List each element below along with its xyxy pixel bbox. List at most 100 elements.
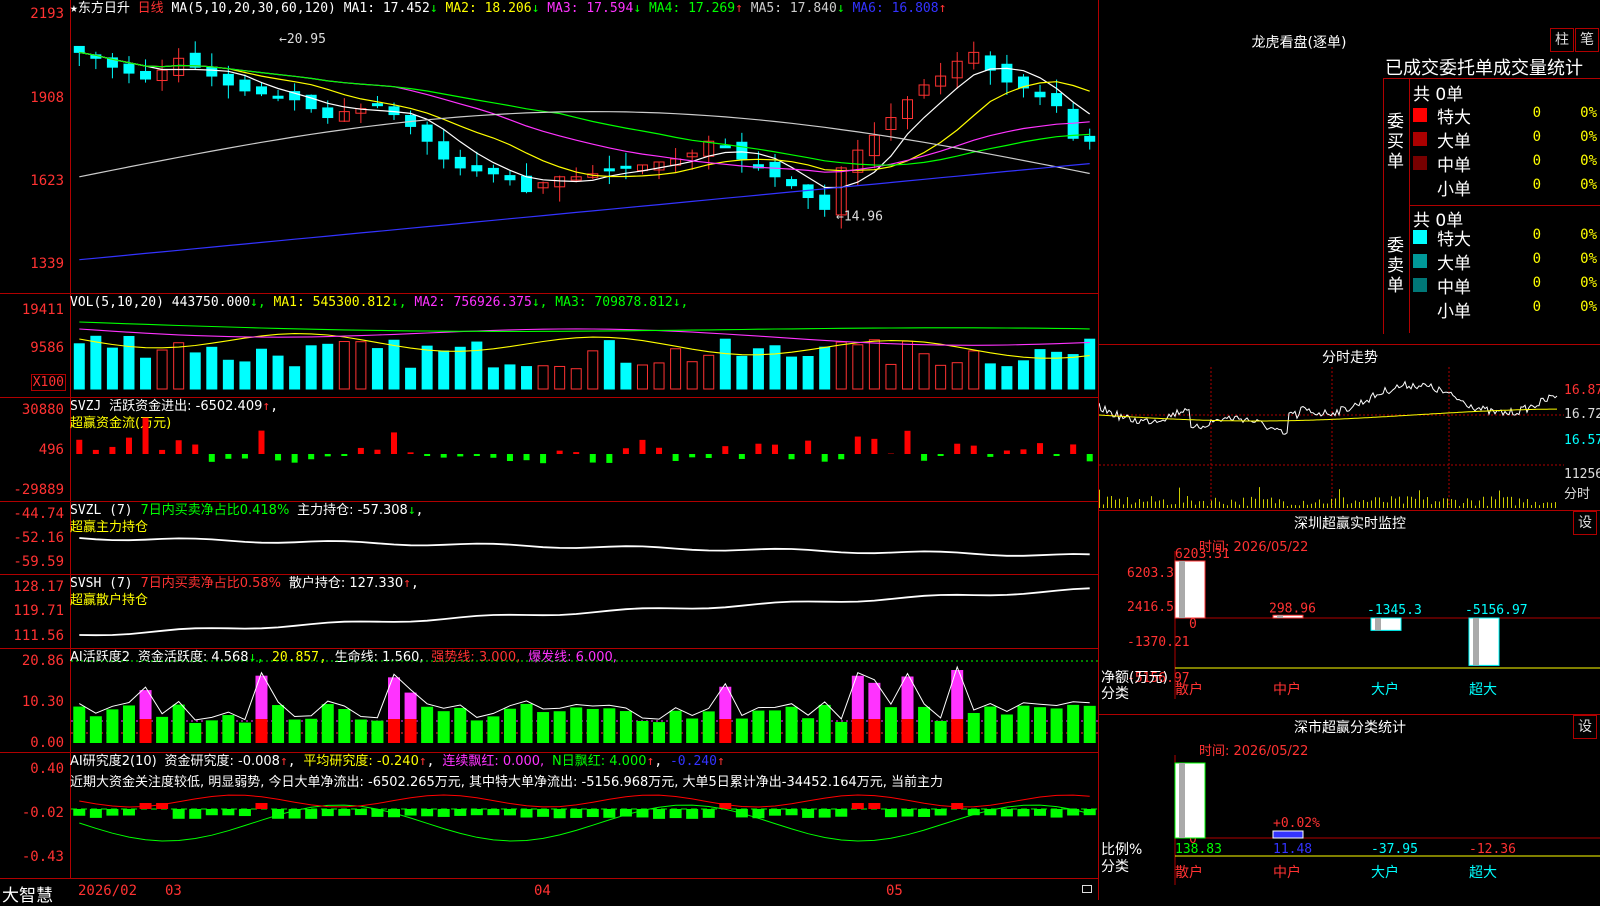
monitor-bar-value: 6203.31: [1175, 547, 1230, 562]
volume-bar: [174, 343, 184, 389]
volume-bar: [240, 362, 250, 389]
intraday-volume-bar: [1259, 487, 1260, 508]
svsh-chart[interactable]: [71, 575, 1098, 648]
y-tick: 1908: [30, 90, 64, 106]
intraday-volume-bar: [1215, 498, 1216, 508]
volume-pane[interactable]: 19411 9586 X100 VOL(5,10,20) 443750.000↓…: [0, 294, 1098, 398]
volume-chart[interactable]: [71, 294, 1098, 397]
research-bar: [487, 809, 499, 815]
intraday-chart[interactable]: [1099, 367, 1564, 508]
intraday-volume-bar: [1407, 496, 1408, 508]
research-bar: [703, 809, 715, 818]
activity-bar: [670, 711, 682, 743]
flow-bar-out: [1054, 454, 1060, 456]
intraday-volume-bar: [1151, 496, 1152, 508]
monitor-bar-value: 298.96: [1269, 601, 1316, 616]
volume-bar: [571, 369, 581, 389]
kline-pane[interactable]: 2193 1908 1623 1339 ★东方日升 日线 MA(5,10,20,…: [0, 0, 1098, 294]
svzj-y-axis: 30880 496 -29889: [0, 398, 71, 501]
research-bar: [123, 809, 135, 816]
tick-mode-button[interactable]: 笔: [1575, 28, 1599, 52]
activity-bar: [852, 719, 864, 743]
intraday-volume-bar: [1387, 502, 1388, 508]
svzj-chart[interactable]: [71, 398, 1098, 501]
activity-bar: [984, 707, 996, 743]
flow-bar-out: [673, 454, 679, 461]
intraday-volume-bar: [1275, 503, 1276, 508]
order-size-label: 特大: [1437, 103, 1471, 128]
candle-body: [240, 80, 250, 91]
flow-bar-in: [1070, 444, 1076, 454]
candle-body: [737, 142, 747, 159]
intraday-title: 分时走势: [1099, 347, 1600, 367]
order-count: 0: [1509, 153, 1541, 169]
intraday-volume-bar: [1243, 498, 1244, 508]
activity-bar: [255, 719, 267, 743]
price-line: [1099, 382, 1557, 435]
flow-bar-in: [76, 440, 82, 454]
svzl-chart[interactable]: [71, 502, 1098, 574]
lock-icon[interactable]: [1082, 885, 1092, 893]
intraday-volume-bar: [1339, 489, 1340, 508]
flow-bar-out: [275, 454, 281, 460]
activity-bar: [371, 721, 383, 743]
svzj-pane[interactable]: 30880 496 -29889 SVZJ 活跃资金进出: -6502.409↑…: [0, 398, 1098, 502]
y-tick: 2193: [30, 6, 64, 22]
y-tick: 20.86: [22, 653, 64, 669]
intraday-volume-bar: [1319, 499, 1320, 508]
svsh-pane[interactable]: 128.17 119.71 111.56 SVSH (7) 7日内买卖净占比0.…: [0, 575, 1098, 649]
intraday-volume-bar: [1291, 505, 1292, 508]
intraday-volume-bar: [1227, 505, 1228, 508]
bar-mode-button[interactable]: 柱: [1550, 28, 1574, 52]
intraday-volume-bar: [1343, 497, 1344, 508]
ma5-line: [79, 112, 1089, 177]
y-tick: -0.43: [22, 849, 64, 865]
date-label: 04: [534, 883, 551, 899]
date-label: 05: [886, 883, 903, 899]
candle-body: [372, 104, 382, 106]
activity-bar: [405, 693, 417, 719]
intraday-volume-bar: [1155, 502, 1156, 508]
ai-activity-pane[interactable]: 20.86 10.30 0.00 AI活跃度2 资金活跃度: 4.568↓, 2…: [0, 649, 1098, 753]
class-bar-value: -37.95: [1371, 842, 1418, 857]
volume-bar: [919, 354, 929, 389]
candle-body: [820, 195, 830, 209]
flow-bar-out: [209, 454, 215, 462]
y-tick: 19411: [22, 302, 64, 318]
y-tick: 16.57: [1564, 433, 1600, 448]
volume-bar: [952, 363, 962, 389]
volume-bar: [637, 365, 647, 389]
volume-bar: [439, 351, 449, 389]
intraday-volume-bar: [1119, 499, 1120, 508]
volume-bar: [207, 347, 217, 389]
volume-bar: [936, 365, 946, 389]
activity-bar: [620, 711, 632, 743]
flow-bar-out: [689, 454, 695, 457]
class-bar-shade: [1179, 763, 1185, 838]
intraday-panel[interactable]: 分时走势 16.87 16.72 16.57 11256 分时: [1099, 345, 1600, 511]
flow-bar-out: [242, 454, 248, 458]
flow-bar-in: [358, 448, 364, 454]
flow-bar-in: [772, 445, 778, 454]
ai-activity-chart[interactable]: [71, 649, 1098, 752]
flow-bar-in: [109, 447, 115, 454]
ai-research-chart[interactable]: [71, 753, 1098, 878]
research-bar: [438, 809, 450, 817]
candle-body: [323, 108, 333, 118]
research-bar: [885, 809, 897, 817]
activity-bar: [868, 683, 880, 719]
intraday-volume-bar: [1271, 498, 1272, 508]
ai-research-pane[interactable]: 0.40 -0.02 -0.43 AI研究度2(10) 资金研究度: -0.00…: [0, 753, 1098, 878]
intraday-volume-bar: [1411, 497, 1412, 508]
volume-bar: [836, 342, 846, 389]
vol-ma3-line: [79, 322, 1089, 331]
research-bar: [769, 809, 781, 816]
research-bar: [454, 809, 466, 816]
svzl-pane[interactable]: -44.74 -52.16 -59.59 SVZL (7) 7日内买卖净占比0.…: [0, 502, 1098, 575]
candle-body: [770, 162, 780, 176]
intraday-volume-bar: [1307, 505, 1308, 508]
kline-chart[interactable]: ←20.95←14.96: [71, 0, 1098, 293]
intraday-volume-bar: [1123, 504, 1124, 508]
volume-bar: [124, 336, 134, 389]
activity-bar: [868, 719, 880, 743]
